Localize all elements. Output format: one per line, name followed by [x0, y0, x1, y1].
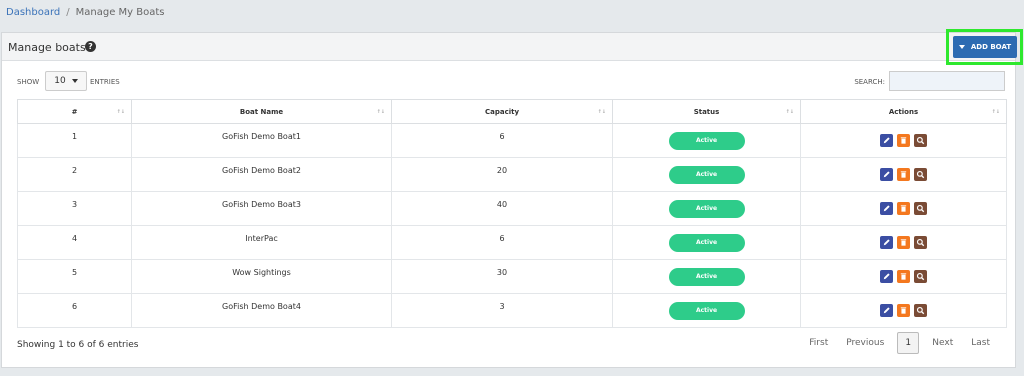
cell-status: Active [612, 123, 801, 158]
status-badge: Active [668, 233, 745, 252]
entries-value: 10 [54, 76, 66, 86]
add-boat-button[interactable]: ADD BOAT [953, 36, 1017, 58]
cell-capacity: 30 [391, 259, 613, 294]
table-controls: SHOW 10 ENTRIES SEARCH: [17, 71, 1005, 93]
chevron-down-icon [71, 79, 78, 83]
sort-icon: ↑↓ [116, 109, 125, 115]
pagination-first[interactable]: First [800, 338, 837, 348]
breadcrumb-separator: / [66, 7, 70, 18]
add-boat-highlight: ADD BOAT [946, 29, 1023, 65]
cell-number: 3 [17, 191, 132, 226]
edit-icon[interactable] [880, 134, 893, 147]
cell-number: 6 [17, 293, 132, 328]
cell-capacity: 40 [391, 191, 613, 226]
cell-boat-name: InterPac [131, 225, 392, 260]
column-header-number[interactable]: # ↑↓ [17, 99, 132, 124]
table-row: 5 Wow Sightings 30 Active [17, 259, 1007, 294]
table-row: 1 GoFish Demo Boat1 6 Active [17, 123, 1007, 158]
entries-label: ENTRIES [90, 78, 120, 86]
add-boat-label: ADD BOAT [970, 43, 1012, 51]
manage-boats-panel: Manage boats ? ADD BOAT SHOW 10 ENTRIES … [1, 29, 1023, 368]
delete-icon[interactable] [897, 168, 910, 181]
column-header-actions[interactable]: Actions ↑↓ [800, 99, 1007, 124]
delete-icon[interactable] [897, 236, 910, 249]
column-header-capacity[interactable]: Capacity ↑↓ [391, 99, 613, 124]
status-badge: Active [668, 131, 745, 150]
cell-boat-name: GoFish Demo Boat3 [131, 191, 392, 226]
cell-actions [800, 225, 1007, 260]
cell-number: 1 [17, 123, 132, 158]
status-badge: Active [668, 301, 745, 320]
cell-capacity: 20 [391, 157, 613, 192]
cell-status: Active [612, 225, 801, 260]
delete-icon[interactable] [897, 134, 910, 147]
cell-actions [800, 191, 1007, 226]
cell-actions [800, 259, 1007, 294]
pagination-last[interactable]: Last [962, 338, 999, 348]
column-header-status[interactable]: Status ↑↓ [612, 99, 801, 124]
pagination-page-1[interactable]: 1 [897, 332, 920, 354]
cell-boat-name: GoFish Demo Boat1 [131, 123, 392, 158]
cell-capacity: 6 [391, 225, 613, 260]
view-icon[interactable] [914, 236, 927, 249]
delete-icon[interactable] [897, 304, 910, 317]
panel-header: Manage boats ? ADD BOAT [2, 29, 1023, 65]
column-header-boat-name[interactable]: Boat Name ↑↓ [131, 99, 392, 124]
cell-boat-name: Wow Sightings [131, 259, 392, 294]
cell-actions [800, 157, 1007, 192]
table-row: 4 InterPac 6 Active [17, 225, 1007, 260]
page-title: Manage boats [8, 41, 86, 54]
sort-icon: ↑↓ [376, 109, 385, 115]
search-label: SEARCH: [854, 78, 885, 86]
sort-icon: ↑↓ [991, 109, 1000, 115]
cell-actions [800, 293, 1007, 328]
table-row: 3 GoFish Demo Boat3 40 Active [17, 191, 1007, 226]
pagination: First Previous 1 Next Last [800, 332, 999, 354]
edit-icon[interactable] [880, 304, 893, 317]
view-icon[interactable] [914, 304, 927, 317]
breadcrumb: Dashboard / Manage My Boats [6, 7, 165, 18]
breadcrumb-dashboard-link[interactable]: Dashboard [6, 7, 60, 18]
status-badge: Active [668, 165, 745, 184]
cell-number: 4 [17, 225, 132, 260]
view-icon[interactable] [914, 202, 927, 215]
cell-status: Active [612, 191, 801, 226]
view-icon[interactable] [914, 270, 927, 283]
cell-status: Active [612, 293, 801, 328]
view-icon[interactable] [914, 168, 927, 181]
view-icon[interactable] [914, 134, 927, 147]
sort-icon: ↑↓ [597, 109, 606, 115]
edit-icon[interactable] [880, 168, 893, 181]
edit-icon[interactable] [880, 236, 893, 249]
cell-status: Active [612, 259, 801, 294]
show-label: SHOW [17, 78, 40, 86]
sort-icon: ↑↓ [785, 109, 794, 115]
boats-table: # ↑↓ Boat Name ↑↓ Capacity ↑↓ Status ↑↓ Acti… [17, 99, 1007, 328]
table-row: 6 GoFish Demo Boat4 3 Active [17, 293, 1007, 328]
delete-icon[interactable] [897, 270, 910, 283]
cell-number: 5 [17, 259, 132, 294]
cell-number: 2 [17, 157, 132, 192]
cell-boat-name: GoFish Demo Boat2 [131, 157, 392, 192]
pagination-previous[interactable]: Previous [837, 338, 893, 348]
cell-actions [800, 123, 1007, 158]
cell-status: Active [612, 157, 801, 192]
question-circle-icon[interactable]: ? [85, 41, 96, 52]
pagination-next[interactable]: Next [923, 338, 962, 348]
cell-boat-name: GoFish Demo Boat4 [131, 293, 392, 328]
breadcrumb-current: Manage My Boats [75, 7, 165, 18]
delete-icon[interactable] [897, 202, 910, 215]
cell-capacity: 3 [391, 293, 613, 328]
table-info: Showing 1 to 6 of 6 entries [17, 340, 139, 350]
table-header-row: # ↑↓ Boat Name ↑↓ Capacity ↑↓ Status ↑↓ Acti… [17, 99, 1007, 124]
status-badge: Active [668, 199, 745, 218]
caret-down-icon [958, 45, 965, 49]
edit-icon[interactable] [880, 202, 893, 215]
entries-select[interactable]: 10 [45, 71, 87, 91]
search-input[interactable] [889, 71, 1005, 91]
cell-capacity: 6 [391, 123, 613, 158]
edit-icon[interactable] [880, 270, 893, 283]
status-badge: Active [668, 267, 745, 286]
table-row: 2 GoFish Demo Boat2 20 Active [17, 157, 1007, 192]
